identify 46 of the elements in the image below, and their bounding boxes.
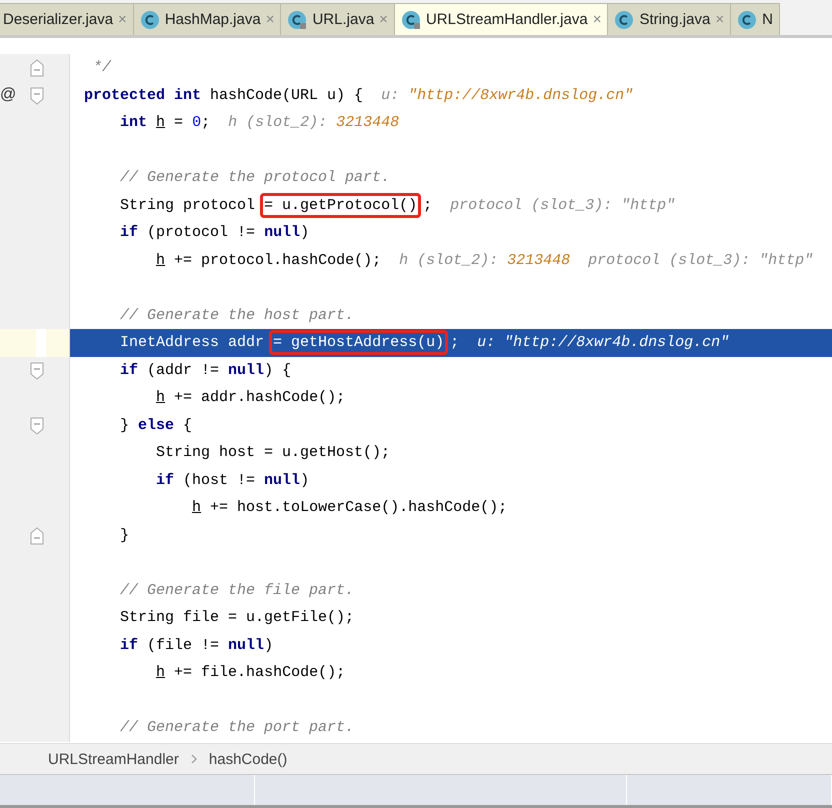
code-text: h += file.hashCode(); (155, 664, 346, 682)
code-text: */ (92, 59, 112, 76)
editor-tab[interactable]: String.java × (607, 3, 732, 35)
annotated-code: = u.getProtocol() (260, 192, 422, 218)
class-icon (400, 10, 421, 30)
code-text: // Generate the protocol part. (119, 169, 390, 186)
annotated-code: = getHostAddress(u) (269, 330, 448, 356)
fold-icon[interactable] (30, 526, 44, 544)
code-text: protected int hashCode(URL u) { u: "http://8xwr4b.dnslog.cn" (83, 86, 634, 104)
code-text: h += host.toLowerCase().hashCode(); (191, 499, 508, 516)
code-text: if (protocol != null) (119, 224, 310, 242)
class-icon (140, 10, 160, 30)
code-text: int h = 0; h (slot_2): 3213448 (119, 114, 400, 132)
code-text: if (file != null) (119, 636, 274, 654)
code-text: String protocol (119, 196, 256, 214)
code-text: h += addr.hashCode(); (155, 389, 346, 406)
code-text: } (119, 526, 130, 544)
fold-icon[interactable] (30, 416, 44, 434)
code-text: } else { (119, 416, 192, 434)
class-icon (287, 10, 308, 30)
editor-tab[interactable]: URL.java × (280, 3, 395, 35)
code-text: // Generate the file part. (119, 582, 354, 599)
editor-tab[interactable]: Deserializer.java × (0, 3, 134, 35)
breadcrumb-item[interactable]: URLStreamHandler (48, 750, 179, 768)
code-text: // Generate the port part. (119, 719, 354, 736)
editor-gutter (0, 302, 70, 329)
fold-icon[interactable] (30, 362, 44, 380)
chevron-icon (190, 754, 197, 764)
code-text: String host = u.getHost(); (155, 444, 390, 462)
editor-tab[interactable]: URLStreamHandler.java × (394, 3, 608, 35)
editor-tab[interactable]: HashMap.java × (132, 3, 282, 35)
code-text: ; u: "http://8xwr4b.dnslog.cn" (450, 334, 730, 352)
override-marker[interactable]: @ (0, 86, 16, 104)
code-text: h += protocol.hashCode(); h (slot_2): 3213448 protocol (slot_3): "http" (155, 252, 814, 269)
class-icon (614, 10, 634, 30)
code-text: ; protocol (slot_3): "http" (423, 196, 676, 214)
code-text: if (host != null) (155, 472, 310, 489)
fold-icon[interactable] (30, 59, 44, 77)
code-text: // Generate the host part. (119, 306, 354, 324)
breadcrumb-item[interactable]: hashCode() (208, 750, 288, 768)
code-text: if (addr != null) { (119, 362, 292, 379)
code-text: InetAddress addr (119, 334, 266, 352)
code-text: String file = u.getFile(); (119, 609, 354, 626)
fold-icon[interactable] (30, 86, 44, 104)
class-icon (737, 10, 758, 30)
editor-tab[interactable]: N (730, 3, 780, 35)
